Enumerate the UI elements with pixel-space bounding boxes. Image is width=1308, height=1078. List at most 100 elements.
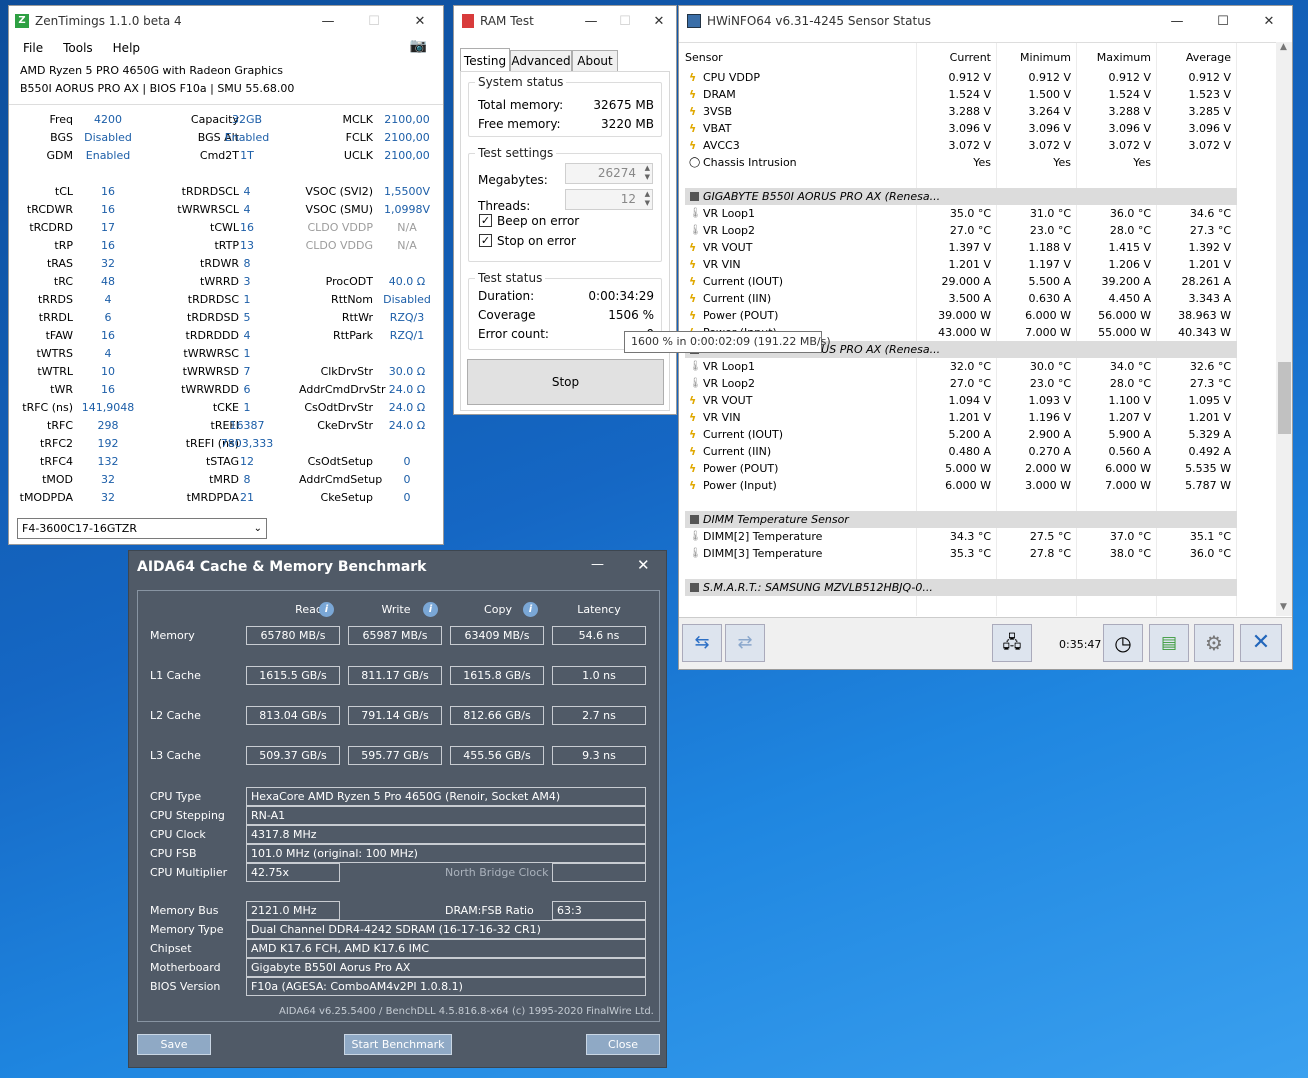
aida64-window: AIDA64 Cache & Memory Benchmark — ✕ Read…	[128, 550, 667, 1068]
header-sensor[interactable]: Sensor	[685, 51, 723, 64]
thermometer-icon: 🌡	[689, 378, 702, 389]
sensor-row[interactable]: ϟ VR VIN 1.201 V 1.197 V 1.206 V 1.201 V	[685, 256, 1237, 273]
stop-on-error-checkbox[interactable]: ✓	[479, 234, 492, 247]
sensor-row[interactable]: ϟ DRAM 1.524 V 1.500 V 1.524 V 1.523 V	[685, 86, 1237, 103]
header-minimum[interactable]: Minimum	[999, 51, 1071, 64]
maximize-button[interactable]: ☐	[351, 6, 397, 36]
report-icon[interactable]: ▤	[1149, 624, 1189, 662]
cpu-name: AMD Ryzen 5 PRO 4650G with Radeon Graphi…	[20, 64, 283, 77]
sensor-minimum: 3.072 V	[1028, 139, 1071, 152]
sensor-row[interactable]: ϟ VR VOUT 1.094 V 1.093 V 1.100 V 1.095 V	[685, 392, 1237, 409]
copy-info-icon[interactable]: i	[523, 602, 538, 617]
sensor-row[interactable]: ϟ VR VOUT 1.397 V 1.188 V 1.415 V 1.392 V	[685, 239, 1237, 256]
close-button[interactable]: ✕	[637, 556, 650, 574]
sensor-minimum: 2.900 A	[1028, 428, 1071, 441]
sensor-row[interactable]: ϟ AVCC3 3.072 V 3.072 V 3.072 V 3.072 V	[685, 137, 1237, 154]
sensor-row[interactable]: ϟ Current (IOUT) 29.000 A 5.500 A 39.200 A 28…	[685, 273, 1237, 290]
beep-on-error-checkbox[interactable]: ✓	[479, 214, 492, 227]
sensor-maximum: 6.000 W	[1105, 462, 1151, 475]
scroll-down-icon[interactable]: ▼	[1280, 602, 1287, 612]
maximize-button[interactable]: ☐	[1200, 6, 1246, 36]
voltage-bolt-icon: ϟ	[689, 71, 697, 84]
blank-row	[685, 171, 1237, 188]
start-benchmark-button[interactable]: Start Benchmark	[344, 1034, 452, 1055]
bios-version-label: BIOS Version	[150, 980, 221, 993]
sensor-group-header[interactable]: S.M.A.R.T.: SAMSUNG MZVLB512HBJQ-0...	[685, 579, 1237, 596]
header-maximum[interactable]: Maximum	[1079, 51, 1151, 64]
minimize-button[interactable]: —	[1154, 6, 1200, 36]
zentimings-titlebar[interactable]: Z ZenTimings 1.1.0 beta 4 — ☐ ✕	[9, 6, 443, 36]
scroll-up-icon[interactable]: ▲	[1280, 42, 1287, 52]
sensor-group-header[interactable]: GIGABYTE B550I AORUS PRO AX (Renesa...	[685, 188, 1237, 205]
sensor-row[interactable]: ◯ Chassis Intrusion Yes Yes Yes	[685, 154, 1237, 171]
sensor-row[interactable]: ϟ VR VIN 1.201 V 1.196 V 1.207 V 1.201 V	[685, 409, 1237, 426]
sensor-row[interactable]: ϟ 3VSB 3.288 V 3.264 V 3.288 V 3.285 V	[685, 103, 1237, 120]
timing-label: RttNom	[331, 293, 373, 306]
vertical-scrollbar[interactable]: ▲ ▼	[1276, 42, 1292, 616]
sensor-name: DIMM[2] Temperature	[703, 530, 823, 543]
sensor-group-header[interactable]: DIMM Temperature Sensor	[685, 511, 1237, 528]
minimize-button[interactable]: —	[591, 557, 604, 572]
tab-advanced[interactable]: Advanced	[510, 50, 572, 72]
hwinfo-titlebar[interactable]: HWiNFO64 v6.31-4245 Sensor Status — ☐ ✕	[679, 6, 1292, 36]
close-button[interactable]: ✕	[642, 6, 676, 36]
ramtest-titlebar[interactable]: RAM Test — ☐ ✕	[454, 6, 676, 36]
menu-file[interactable]: File	[23, 41, 43, 55]
sensor-row[interactable]: 🌡 VR Loop2 27.0 °C 23.0 °C 28.0 °C 27.3 °C	[685, 222, 1237, 239]
voltage-bolt-icon: ϟ	[689, 139, 697, 152]
sensor-row[interactable]: ϟ Power (Input) 6.000 W 3.000 W 7.000 W 5.787…	[685, 477, 1237, 494]
save-button[interactable]: Save	[137, 1034, 211, 1055]
sensor-average: 27.3 °C	[1189, 377, 1231, 390]
sensor-row[interactable]: ϟ VBAT 3.096 V 3.096 V 3.096 V 3.096 V	[685, 120, 1237, 137]
sensor-row[interactable]: 🌡 VR Loop1 35.0 °C 31.0 °C 36.0 °C 34.6 °C	[685, 205, 1237, 222]
spin-arrows-icon: ▲ ▼	[644, 164, 650, 181]
network-icon[interactable]: 🖧	[992, 624, 1032, 662]
sensor-row[interactable]: 🌡 DIMM[3] Temperature 35.3 °C 27.8 °C 38.0 °…	[685, 545, 1237, 562]
close-dialog-button[interactable]: Close	[586, 1034, 660, 1055]
menu-help[interactable]: Help	[113, 41, 140, 55]
gear-icon[interactable]: ⚙	[1194, 624, 1234, 662]
header-average[interactable]: Average	[1159, 51, 1231, 64]
voltage-bolt-icon: ϟ	[689, 428, 697, 441]
clock-icon[interactable]: ◷	[1103, 624, 1143, 662]
minimize-button[interactable]: —	[305, 6, 351, 36]
tab-about[interactable]: About	[572, 50, 618, 72]
stop-button[interactable]: Stop	[467, 359, 664, 405]
minimize-button[interactable]: —	[574, 6, 608, 36]
timing-value: 40.0 Ω	[388, 275, 426, 288]
menu-tools[interactable]: Tools	[63, 41, 93, 55]
sensor-row[interactable]: 🌡 VR Loop2 27.0 °C 23.0 °C 28.0 °C 27.3 °C	[685, 375, 1237, 392]
sensor-row[interactable]: 🌡 VR Loop1 32.0 °C 30.0 °C 34.0 °C 32.6 °C	[685, 358, 1237, 375]
sensor-average: 5.787 W	[1185, 479, 1231, 492]
sensor-row[interactable]: ϟ Power (POUT) 39.000 W 6.000 W 56.000 W 38.9…	[685, 307, 1237, 324]
close-sensors-button[interactable]: ✕	[1240, 624, 1282, 662]
bench-write-value: 65987 MB/s	[348, 626, 442, 645]
sensor-minimum: 2.000 W	[1025, 462, 1071, 475]
timing-value: 6	[104, 311, 112, 324]
threads-stepper[interactable]: 12 ▲ ▼	[565, 189, 653, 210]
memory-profile-select[interactable]: F4-3600C17-16GTZR ⌄	[17, 518, 267, 539]
read-info-icon[interactable]: i	[319, 602, 334, 617]
timing-label: CkeSetup	[320, 491, 373, 504]
megabytes-stepper[interactable]: 26274 ▲ ▼	[565, 163, 653, 184]
header-current[interactable]: Current	[919, 51, 991, 64]
sensor-row[interactable]: ϟ Current (IIN) 3.500 A 0.630 A 4.450 A 3.343…	[685, 290, 1237, 307]
sensor-row[interactable]: ϟ Current (IOUT) 5.200 A 2.900 A 5.900 A 5.32…	[685, 426, 1237, 443]
sensor-row[interactable]: ϟ Power (POUT) 5.000 W 2.000 W 6.000 W 5.535 …	[685, 460, 1237, 477]
close-button[interactable]: ✕	[1246, 6, 1292, 36]
maximize-button[interactable]: ☐	[608, 6, 642, 36]
sensor-row[interactable]: 🌡 DIMM[2] Temperature 34.3 °C 27.5 °C 37.0 °…	[685, 528, 1237, 545]
zentimings-title: ZenTimings 1.1.0 beta 4	[35, 14, 182, 28]
tab-testing[interactable]: Testing	[460, 48, 510, 72]
collapse-arrows-button[interactable]: ⇄	[725, 624, 765, 662]
sensor-row[interactable]: ϟ CPU VDDP 0.912 V 0.912 V 0.912 V 0.912 V	[685, 69, 1237, 86]
cpu-type-label: CPU Type	[150, 790, 202, 803]
close-button[interactable]: ✕	[397, 6, 443, 36]
sensor-average: 27.3 °C	[1189, 224, 1231, 237]
scrollbar-thumb[interactable]	[1278, 362, 1291, 434]
expand-arrows-button[interactable]: ⇆	[682, 624, 722, 662]
sensor-row[interactable]: ϟ Current (IIN) 0.480 A 0.270 A 0.560 A 0.492…	[685, 443, 1237, 460]
write-info-icon[interactable]: i	[423, 602, 438, 617]
timing-label: Freq	[49, 113, 73, 126]
screenshot-camera-icon[interactable]: 📷	[410, 38, 427, 54]
